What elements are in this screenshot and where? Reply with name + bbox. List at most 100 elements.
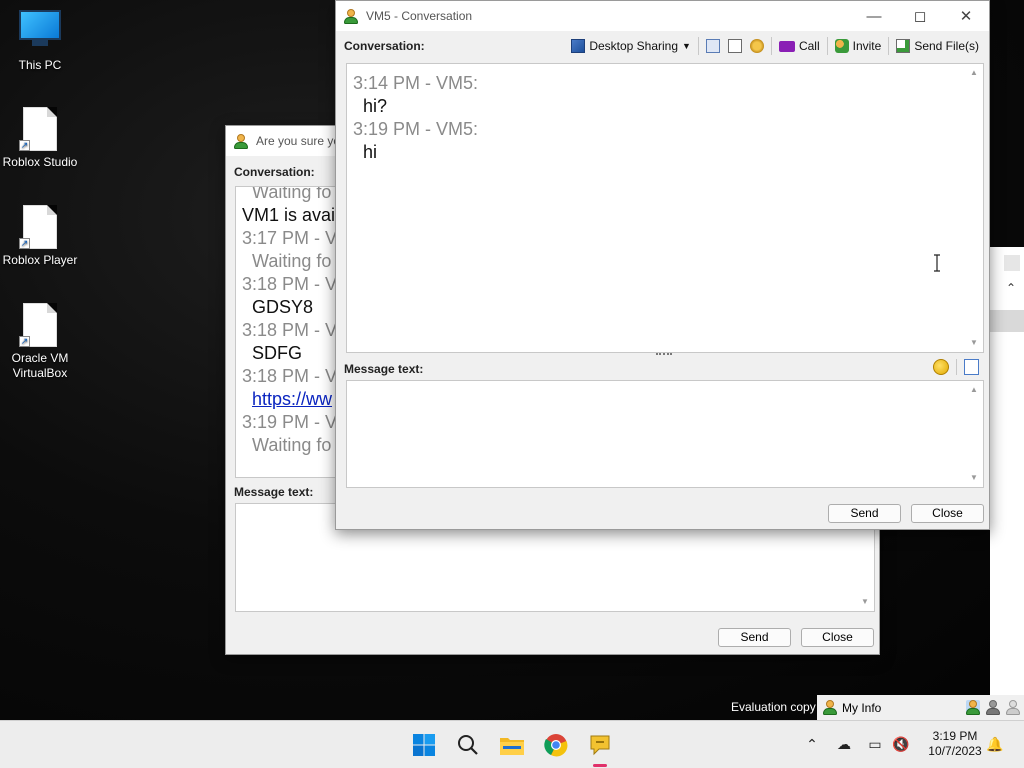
desktop-sharing-button[interactable]: Desktop Sharing ▼ (567, 35, 695, 57)
chat-message: hi (363, 142, 378, 162)
desktop-icon-label: Roblox Studio (2, 155, 78, 169)
active-app-indicator (593, 764, 607, 767)
settings-button[interactable] (746, 35, 768, 57)
back-window-title: Are you sure yo (256, 134, 341, 148)
chrome-button[interactable] (540, 729, 572, 761)
conversation-toolbar: Conversation: Desktop Sharing ▼ Call Inv… (336, 34, 989, 58)
monitor-icon (19, 10, 61, 54)
desktop-icon-virtualbox[interactable]: ↗ Oracle VM VirtualBox (0, 303, 80, 381)
person-icon (823, 700, 837, 715)
close-window-button[interactable]: ✕ (943, 1, 989, 31)
evaluation-copy-text: Evaluation copy (731, 700, 816, 714)
message-input[interactable]: ▲ ▼ (346, 380, 984, 488)
window-button[interactable] (1004, 255, 1020, 271)
person-icon (344, 8, 358, 24)
format-text-icon[interactable] (964, 359, 979, 375)
send-button[interactable]: Send (828, 504, 901, 523)
desktop-icon-label: Oracle VM VirtualBox (11, 351, 69, 380)
chat-line: Waiting fo (252, 186, 332, 202)
chat-line: SDFG (252, 343, 303, 363)
notification-bell-icon[interactable]: 🔔 (986, 735, 1004, 753)
chat-line: VM1 is avai (242, 205, 336, 225)
document-button[interactable] (724, 35, 746, 57)
system-clock[interactable]: 3:19 PM 10/7/2023 (920, 729, 990, 759)
chat-timestamp: 3:19 PM - VM5: (353, 119, 479, 139)
desktop-sharing-label: Desktop Sharing (589, 39, 679, 53)
history-button[interactable] (702, 35, 724, 57)
call-label: Call (798, 39, 820, 53)
chat-line: Waiting fo (252, 251, 332, 271)
desktop-icon-roblox-studio[interactable]: ↗ Roblox Studio (0, 107, 80, 170)
front-conversation-window: VM5 - Conversation — ◻ ✕ Conversation: D… (335, 0, 990, 530)
status-away-icon[interactable] (986, 700, 1000, 715)
chevron-up-icon[interactable]: ⌃ (803, 735, 821, 753)
chat-timestamp: 3:14 PM - VM5: (353, 73, 479, 93)
chat-line: GDSY8 (252, 297, 314, 317)
start-button[interactable] (408, 729, 440, 761)
video-camera-icon (778, 40, 795, 52)
messenger-icon (590, 735, 610, 756)
minimize-button[interactable]: — (851, 1, 897, 31)
conversation-label: Conversation: (344, 39, 425, 53)
call-button[interactable]: Call (775, 35, 824, 57)
partial-window-right: ⌃ (990, 247, 1024, 707)
maximize-button[interactable]: ◻ (897, 1, 943, 31)
cloud-info-icon[interactable]: ☁ (835, 735, 853, 753)
invite-people-icon (834, 39, 849, 53)
emoticon-icon[interactable] (933, 359, 949, 375)
send-files-label: Send File(s) (914, 39, 979, 53)
search-icon (458, 735, 478, 755)
chat-timestamp: 3:18 PM - V (242, 320, 338, 340)
chevron-up-icon[interactable]: ⌃ (1006, 281, 1016, 295)
desktop-icon-label: Roblox Player (2, 253, 78, 267)
clock-time: 3:19 PM (932, 729, 978, 743)
desktop: This PC ↗ Roblox Studio ↗ Roblox Player … (0, 0, 1024, 720)
file-shortcut-icon: ↗ (19, 303, 61, 347)
list-header (990, 310, 1024, 332)
send-file-icon (896, 39, 911, 53)
desktop-sharing-icon (571, 39, 586, 53)
status-online-icon[interactable] (966, 700, 980, 715)
front-window-titlebar[interactable]: VM5 - Conversation — ◻ ✕ (336, 1, 989, 31)
desktop-icon-roblox-player[interactable]: ↗ Roblox Player (0, 205, 80, 268)
messenger-button[interactable] (584, 729, 616, 767)
pane-splitter[interactable] (656, 353, 672, 357)
scroll-down-icon[interactable]: ▼ (969, 338, 979, 348)
person-icon (234, 133, 248, 149)
close-button[interactable]: Close (911, 504, 984, 523)
messenger-status-bar: My Info (817, 695, 1024, 720)
status-offline-icon[interactable] (1006, 700, 1020, 715)
conversation-log[interactable]: 3:14 PM - VM5: hi? 3:19 PM - VM5: hi ▲ ▼ (346, 63, 984, 353)
scroll-down-icon[interactable]: ▼ (969, 473, 979, 483)
file-shortcut-icon: ↗ (19, 107, 61, 151)
invite-label: Invite (852, 39, 882, 53)
windows-logo-icon (413, 734, 435, 756)
back-send-button[interactable]: Send (718, 628, 791, 647)
my-info-link[interactable]: My Info (842, 701, 881, 715)
chat-line: Waiting fo (252, 435, 332, 455)
send-files-button[interactable]: Send File(s) (892, 35, 983, 57)
back-close-button[interactable]: Close (801, 628, 874, 647)
scroll-up-icon[interactable]: ▲ (969, 385, 979, 395)
chevron-down-icon: ▼ (682, 41, 691, 51)
chat-link[interactable]: https://ww (252, 388, 332, 410)
volume-muted-icon[interactable]: 🔇 (892, 735, 910, 753)
toolbar-divider (956, 359, 957, 375)
message-text-label: Message text: (234, 485, 314, 499)
network-icon[interactable]: ▭ (866, 735, 884, 753)
front-window-title: VM5 - Conversation (366, 9, 473, 23)
document-icon (727, 39, 742, 53)
scroll-up-icon[interactable]: ▲ (969, 68, 979, 78)
search-button[interactable] (452, 729, 484, 761)
folder-icon (500, 738, 524, 755)
file-shortcut-icon: ↗ (19, 205, 61, 249)
text-cursor-icon (934, 254, 940, 272)
gear-icon (749, 39, 764, 53)
invite-button[interactable]: Invite (831, 35, 886, 57)
scroll-down-icon[interactable]: ▼ (860, 597, 870, 607)
desktop-icon-this-pc[interactable]: This PC (0, 10, 80, 73)
file-explorer-button[interactable] (496, 729, 528, 761)
chat-timestamp: 3:18 PM - V (242, 366, 338, 386)
conversation-label: Conversation: (234, 165, 315, 179)
chrome-icon (544, 734, 568, 757)
